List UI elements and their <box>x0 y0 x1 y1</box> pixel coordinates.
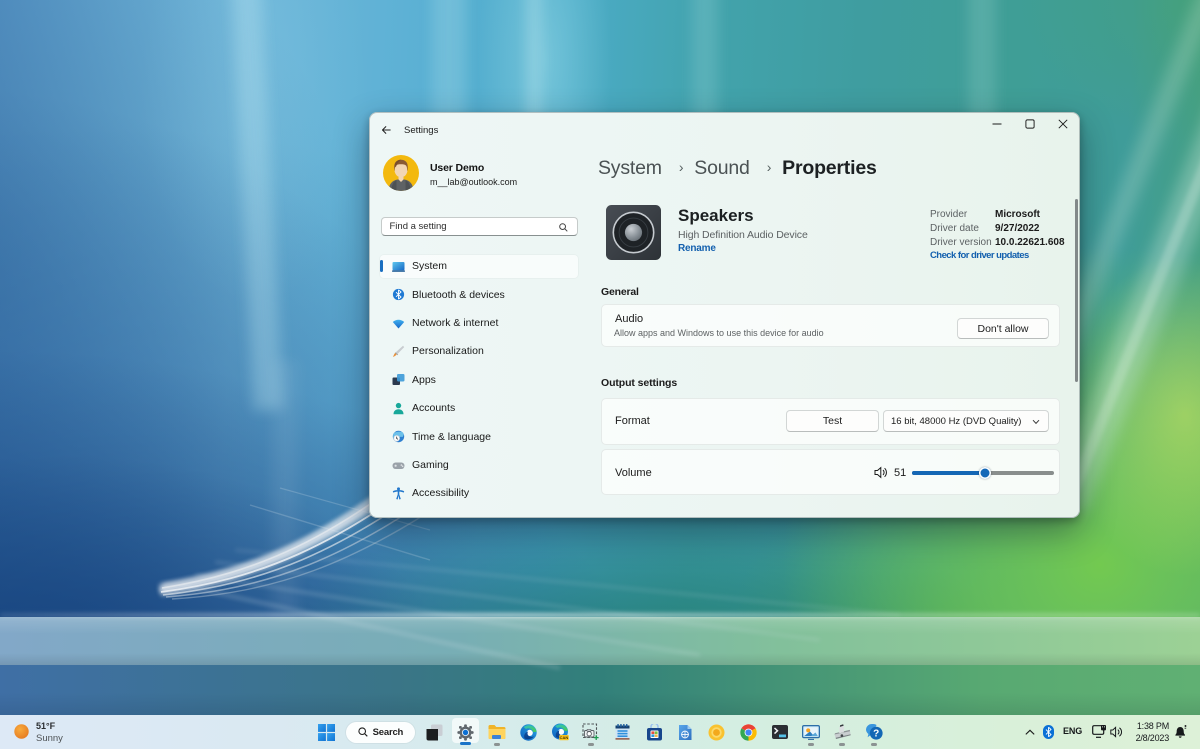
svg-text:?: ? <box>873 729 879 740</box>
svg-text:CAN: CAN <box>560 735 569 740</box>
